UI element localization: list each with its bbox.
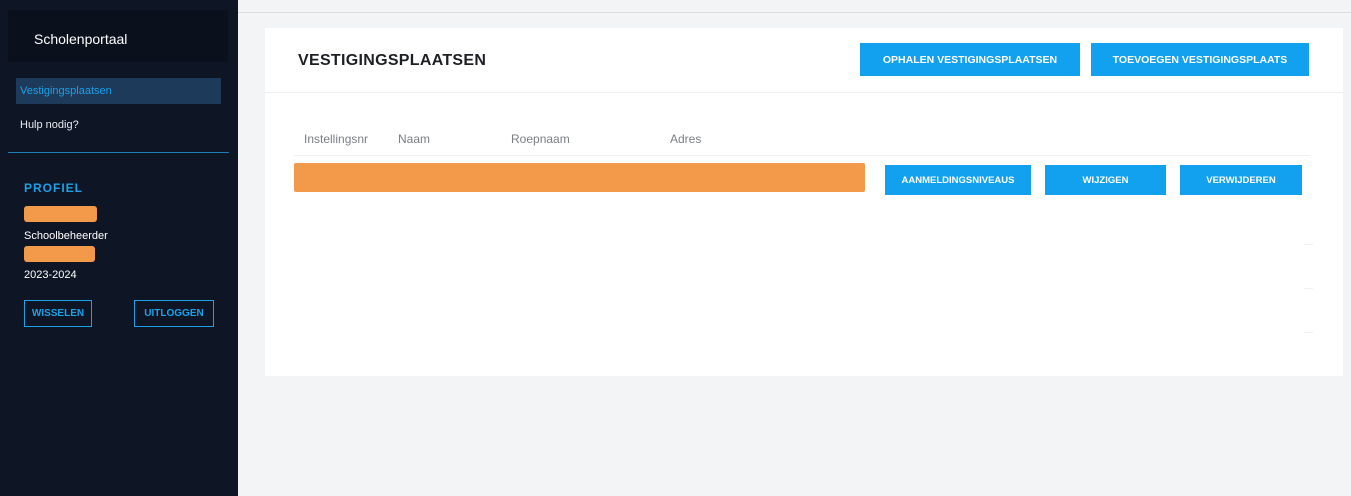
top-divider <box>238 12 1351 13</box>
app-title: Scholenportaal <box>34 31 128 47</box>
logout-button[interactable]: UITLOGGEN <box>134 300 214 327</box>
page-title: VESTIGINGSPLAATSEN <box>298 52 487 69</box>
edit-button[interactable]: WIJZIGEN <box>1045 165 1166 195</box>
profile-heading: PROFIEL <box>24 181 84 195</box>
sidebar-divider <box>8 152 229 153</box>
switch-button[interactable]: WISSELEN <box>24 300 92 327</box>
column-header-roepnaam: Roepnaam <box>511 132 570 146</box>
profile-school-year: 2023-2024 <box>24 269 77 281</box>
redacted-table-row-data <box>294 163 865 192</box>
column-header-adres: Adres <box>670 132 702 146</box>
header-divider <box>265 92 1343 93</box>
registration-levels-button[interactable]: AANMELDINGSNIVEAUS <box>885 165 1031 195</box>
column-header-instellingsnr: Instellingsnr <box>304 132 369 146</box>
delete-button[interactable]: VERWIJDEREN <box>1180 165 1302 195</box>
table-header-divider <box>294 155 1310 156</box>
redacted-user-name <box>24 206 97 222</box>
profile-role: Schoolbeheerder <box>24 230 108 242</box>
row-divider <box>1304 332 1313 333</box>
sidebar-item-vestigingsplaatsen[interactable]: Vestigingsplaatsen <box>16 78 221 104</box>
add-location-button[interactable]: TOEVOEGEN VESTIGINGSPLAATS <box>1091 43 1309 76</box>
sidebar: Scholenportaal Vestigingsplaatsen Hulp n… <box>0 0 238 496</box>
sidebar-item-help[interactable]: Hulp nodig? <box>16 114 221 136</box>
row-divider <box>1304 244 1313 245</box>
column-header-naam: Naam <box>398 132 431 146</box>
brand-bar: Scholenportaal <box>8 10 228 62</box>
fetch-locations-button[interactable]: OPHALEN VESTIGINGSPLAATSEN <box>860 43 1080 76</box>
redacted-school-name <box>24 246 95 262</box>
content-card: VESTIGINGSPLAATSEN OPHALEN VESTIGINGSPLA… <box>265 28 1343 376</box>
row-divider <box>1304 288 1313 289</box>
